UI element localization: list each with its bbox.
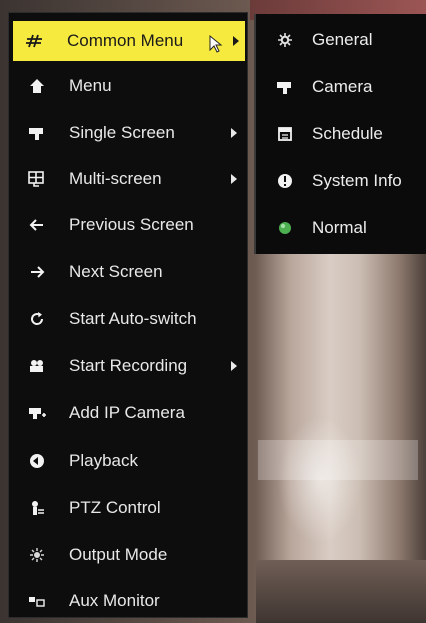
camera-feed-floor <box>256 560 426 623</box>
submenu-item-general[interactable]: General <box>256 20 426 60</box>
menu-item-add-ip-camera[interactable]: Add IP Camera <box>15 393 243 433</box>
menu-item-previous-screen[interactable]: Previous Screen <box>15 205 243 245</box>
submenu-item-label: System Info <box>312 171 402 190</box>
menu-item-multi-screen[interactable]: Multi-screen <box>15 159 243 199</box>
menu-item-label: PTZ Control <box>69 498 161 517</box>
submenu-item-normal[interactable]: Normal <box>256 208 426 248</box>
menu-item-label: Playback <box>69 451 138 470</box>
menu-item-label: Next Screen <box>69 262 163 281</box>
menu-item-label: Start Auto-switch <box>69 309 197 328</box>
arrow-left-icon <box>27 215 47 235</box>
menu-item-aux-monitor[interactable]: Aux Monitor <box>15 581 243 621</box>
refresh-icon <box>27 309 47 329</box>
submenu-arrow-icon <box>231 361 237 371</box>
menu-item-start-auto-switch[interactable]: Start Auto-switch <box>15 299 243 339</box>
menu-item-label: Multi-screen <box>69 169 162 188</box>
camera-feed-highlight <box>258 440 418 480</box>
submenu-item-label: Schedule <box>312 124 383 143</box>
menu-item-ptz-control[interactable]: PTZ Control <box>15 488 243 528</box>
menu-item-label: Menu <box>69 76 112 95</box>
recording-icon <box>27 356 47 376</box>
main-context-menu: Common Menu Menu Single Screen Multi-scr… <box>8 12 248 618</box>
info-icon <box>276 172 294 190</box>
submenu-item-label: Normal <box>312 218 367 237</box>
aux-monitor-icon <box>27 591 47 611</box>
submenu-item-label: Camera <box>312 77 373 96</box>
menu-item-label: Add IP Camera <box>69 403 185 422</box>
gear-icon <box>276 31 294 49</box>
multiscreen-icon <box>27 169 47 189</box>
menu-item-next-screen[interactable]: Next Screen <box>15 252 243 292</box>
menu-item-single-screen[interactable]: Single Screen <box>15 113 243 153</box>
submenu-item-camera[interactable]: Camera <box>256 67 426 107</box>
camera-icon <box>27 123 47 143</box>
status-dot-icon <box>276 219 294 237</box>
camera-icon <box>276 78 294 96</box>
output-mode-icon <box>27 545 47 565</box>
home-icon <box>27 76 47 96</box>
menu-item-label: Previous Screen <box>69 215 194 234</box>
arrow-right-icon <box>27 262 47 282</box>
calendar-icon <box>276 125 294 143</box>
menu-item-label: Aux Monitor <box>69 591 160 610</box>
submenu-item-system-info[interactable]: System Info <box>256 161 426 201</box>
common-menu-submenu: General Camera Schedule System Info Norm… <box>254 14 426 254</box>
menu-item-output-mode[interactable]: Output Mode <box>15 535 243 575</box>
menu-item-label: Single Screen <box>69 123 175 142</box>
menu-item-start-recording[interactable]: Start Recording <box>15 346 243 386</box>
menu-item-label: Start Recording <box>69 356 188 375</box>
menu-item-playback[interactable]: Playback <box>15 441 243 481</box>
ptz-icon <box>27 498 47 518</box>
submenu-item-schedule[interactable]: Schedule <box>256 114 426 154</box>
submenu-arrow-icon <box>231 174 237 184</box>
menu-item-label: Output Mode <box>69 545 168 564</box>
submenu-arrow-icon <box>233 36 239 46</box>
mouse-cursor-icon <box>209 34 223 53</box>
menu-item-menu[interactable]: Menu <box>15 66 243 106</box>
common-menu-icon <box>25 31 45 51</box>
playback-icon <box>27 451 47 471</box>
submenu-item-label: General <box>312 30 373 49</box>
add-ip-camera-icon <box>27 403 47 423</box>
submenu-arrow-icon <box>231 128 237 138</box>
